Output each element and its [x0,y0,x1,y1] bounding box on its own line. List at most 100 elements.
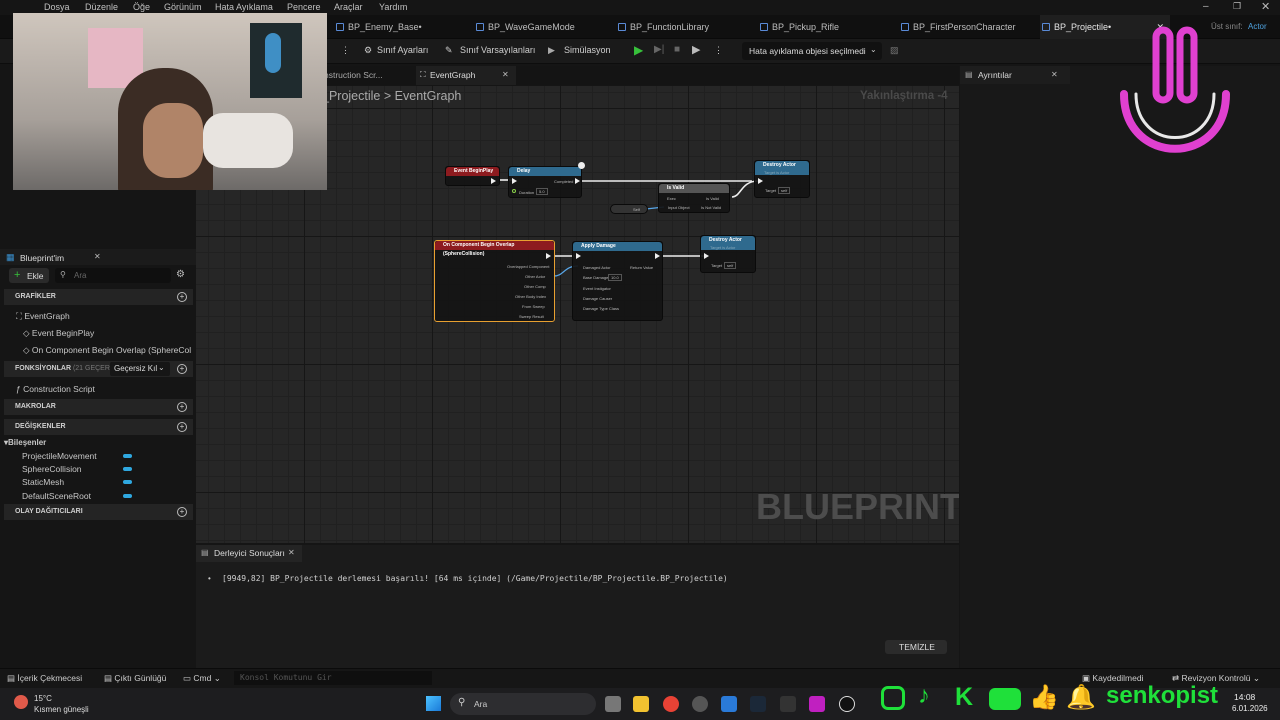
close-tab-icon[interactable]: ✕ [502,70,509,79]
stop-icon[interactable]: ■ [674,44,680,55]
maximize-icon[interactable]: ❐ [1233,1,1241,12]
file-explorer-icon[interactable] [633,696,649,712]
tab-bp-pickup-rifle[interactable]: BP_Pickup_Rifle [758,15,888,39]
component-spherecollision[interactable]: SphereCollision [22,464,82,474]
windows-start-icon[interactable] [426,696,441,711]
parent-class-value[interactable]: Actor [1248,22,1267,31]
menu-view[interactable]: Görünüm [164,2,202,12]
menu-asset[interactable]: Öğe [133,2,150,12]
search-input[interactable]: ⚲ Ara [55,268,171,283]
tab-eventgraph[interactable]: ⛶ EventGraph ✕ [416,66,516,85]
output-log-button[interactable]: ▤ Çıktı Günlüğü [104,673,166,684]
task-view-icon[interactable] [605,696,621,712]
settings-gear-icon[interactable]: ⚙ [176,269,185,280]
content-drawer-button[interactable]: ▤ İçerik Çekmecesi [7,673,82,684]
components-header[interactable]: ▾Bileşenler [4,438,46,447]
overlap-pin-label: Overlapped Component [507,264,550,269]
eject-icon[interactable]: ▶ [692,43,700,56]
duration-input[interactable]: 5.0 [536,188,548,195]
tab-bp-enemy-base[interactable]: BP_Enemy_Base• [334,15,474,39]
add-variable-icon[interactable]: + [177,422,187,432]
play-options-icon[interactable]: ⋮ [714,45,723,56]
add-function-icon[interactable]: + [177,364,187,374]
class-defaults-button[interactable]: Sınıf Varsayılanları [460,45,535,55]
isvalid-node[interactable]: Is Valid Exec Input Object Is Valid Is N… [658,183,730,213]
find-icon[interactable]: ▨ [890,45,899,56]
tab-label: BP_FirstPersonCharacter [913,22,1016,32]
menu-edit[interactable]: Düzenle [85,2,118,12]
component-staticmesh[interactable]: StaticMesh [22,477,64,487]
menu-file[interactable]: Dosya [44,2,70,12]
apply-damage-node[interactable]: Apply Damage Damaged Actor Return Value … [572,241,663,321]
menu-window[interactable]: Pencere [287,2,321,12]
channel-name: senkopist [1106,682,1219,709]
step-icon[interactable]: ▶| [654,44,664,55]
menu-tools[interactable]: Araçlar [334,2,363,12]
epic-games-icon[interactable] [780,696,796,712]
close-tab-icon[interactable]: ✕ [288,548,295,557]
variables-section-header[interactable]: DEĞİŞKENLER + [4,419,193,435]
more-options-icon[interactable]: ⋮ [341,45,350,56]
reroute-node[interactable] [578,162,585,169]
compiler-results-tab[interactable]: ▤ Derleyici Sonuçları ✕ [196,545,302,562]
add-button[interactable]: + Ekle [9,268,49,283]
on-component-begin-overlap-node[interactable]: On Component Begin Overlap (SphereCollis… [434,240,555,322]
eventgraph-item[interactable]: ⛶ EventGraph [16,311,70,322]
menu-debug[interactable]: Hata Ayıklama [215,2,273,12]
gear-icon[interactable]: ⚙ [364,45,372,56]
close-tab-icon[interactable]: ✕ [1051,70,1058,79]
app-icon[interactable] [809,696,825,712]
add-macro-icon[interactable]: + [177,402,187,412]
event-beginplay-item[interactable]: ◇ Event BeginPlay [23,328,94,339]
github-icon[interactable] [692,696,708,712]
chrome-icon[interactable] [663,696,679,712]
exec-pin-icon[interactable] [546,253,551,259]
close-window-icon[interactable]: ✕ [1261,0,1270,13]
dispatchers-section-header[interactable]: OLAY DAĞITICILARI + [4,504,193,520]
macros-section-header[interactable]: MAKROLAR + [4,399,193,415]
override-dropdown[interactable]: Geçersiz Kıl ⌄ [110,362,170,376]
debug-object-select[interactable]: Hata ayıklama objesi seçilmedi ⌄ [742,42,882,60]
steam-icon[interactable] [750,696,766,712]
tab-label: BP_WaveGameMode [488,22,575,32]
component-defaultsceneroot[interactable]: DefaultSceneRoot [22,491,91,501]
unreal-engine-icon[interactable] [839,696,855,712]
class-settings-button[interactable]: Sınıf Ayarları [377,45,428,55]
base-damage-input[interactable]: 10.0 [608,274,622,281]
destroy-actor-node-2[interactable]: Destroy Actor Target is Actor Target sel… [700,235,756,273]
simulation-button[interactable]: Simülasyon [564,45,611,55]
component-projectilemovement[interactable]: ProjectileMovement [22,451,97,461]
exec-pin-icon[interactable] [491,178,496,184]
minimize-icon[interactable]: – [1203,1,1209,12]
exec-pin-icon[interactable] [758,178,763,184]
store-icon[interactable] [721,696,737,712]
event-beginplay-node[interactable]: Event BeginPlay [445,166,500,186]
exec-pin-icon[interactable] [576,253,581,259]
add-graph-icon[interactable]: + [177,292,187,302]
float-pin-icon[interactable] [512,189,516,193]
exec-pin-icon[interactable] [655,253,660,259]
on-overlap-item[interactable]: ◇ On Component Begin Overlap (SphereCol [23,345,191,356]
destroy-actor-node[interactable]: Destroy Actor Target is Actor Target sel… [754,160,810,198]
delay-node[interactable]: Delay Completed Duration 5.0 [508,166,582,198]
graphs-section-header[interactable]: GRAFİKLER + [4,289,193,305]
exec-pin-icon[interactable] [704,253,709,259]
tab-construction-script[interactable]: nstruction Scr... [324,70,383,80]
tab-bp-functionlibrary[interactable]: BP_FunctionLibrary [616,15,756,39]
clear-button[interactable]: TEMİZLE [885,640,947,654]
exec-pin-icon[interactable] [575,178,580,184]
menu-help[interactable]: Yardım [379,2,407,12]
tab-bp-firstpersoncharacter[interactable]: BP_FirstPersonCharacter [899,15,1039,39]
taskbar-search[interactable]: ⚲ Ara [450,693,596,715]
add-dispatcher-icon[interactable]: + [177,507,187,517]
play-icon[interactable]: ▶ [634,43,643,57]
details-tab[interactable]: ▤ Ayrıntılar ✕ [960,66,1070,84]
construction-script-item[interactable]: ƒ Construction Script [16,384,95,394]
blueprint-icon [901,23,909,31]
self-node[interactable]: Self [610,204,648,214]
tab-bp-wavegamemode[interactable]: BP_WaveGameMode [474,15,602,39]
console-input[interactable]: Konsol Komutunu Gir [234,671,432,685]
close-tab-icon[interactable]: ✕ [94,252,101,261]
cmd-dropdown[interactable]: ▭ Cmd ⌄ [183,673,221,684]
exec-pin-icon[interactable] [512,178,517,184]
